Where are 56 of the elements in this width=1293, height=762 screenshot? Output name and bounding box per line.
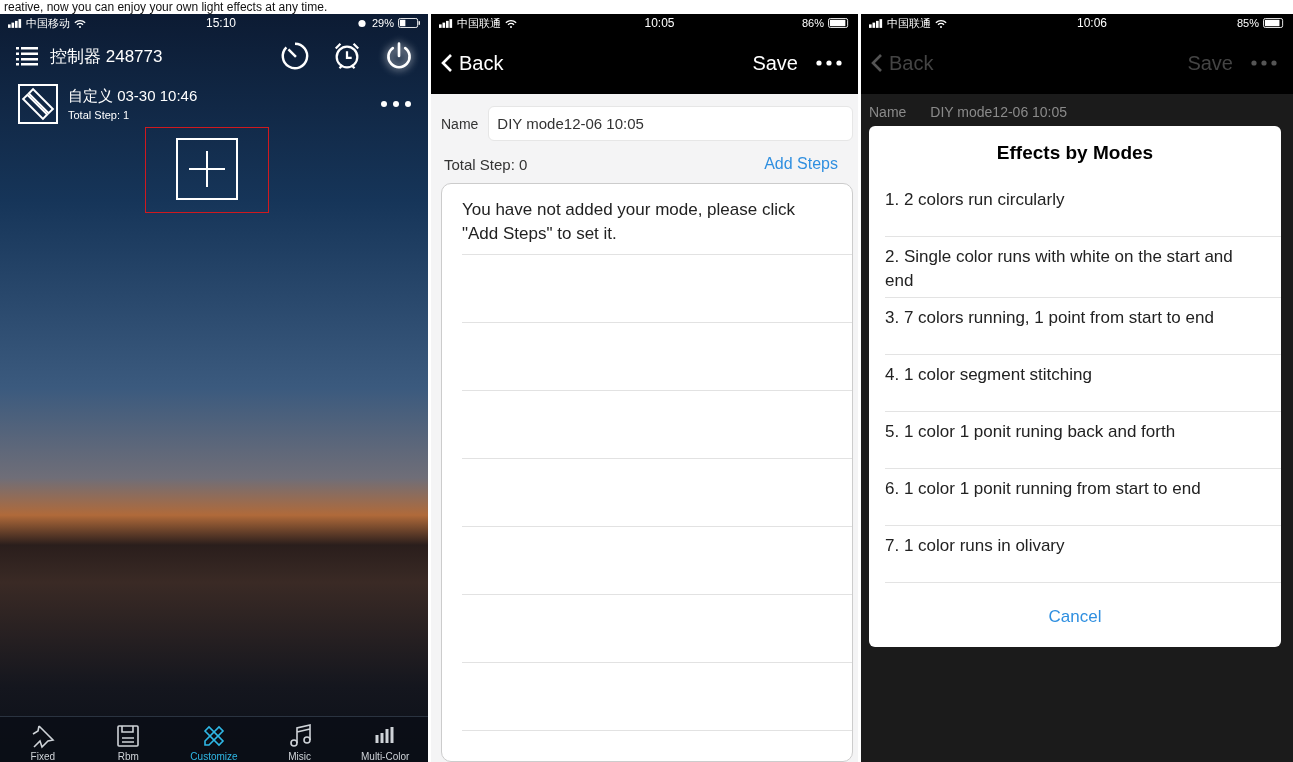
tab-item[interactable]: Misic — [259, 723, 340, 762]
wifi-icon — [74, 18, 86, 28]
mode-option[interactable]: 4. 1 color segment stitching — [885, 355, 1281, 412]
signal-icon — [8, 18, 22, 28]
caption-text: reative, now you can enjoy your own light effects at any time. — [3, 0, 329, 14]
battery-percent: 29% — [371, 17, 394, 29]
mode-option[interactable]: 2. Single color runs with white on the start and end — [885, 237, 1281, 298]
empty-message: You have not added your mode, please click "Add Steps" to set it. — [462, 199, 796, 245]
battery-icon — [398, 18, 420, 28]
alarm-clock-icon[interactable] — [332, 41, 362, 71]
mode-step-count: Total Step: 1 — [68, 109, 131, 121]
mode-option[interactable]: 6. 1 color 1 ponit running from start to end — [885, 469, 1281, 526]
clock-text: 10:05 — [643, 16, 676, 30]
carrier-text: 中国移动 — [26, 15, 70, 31]
signal-icon — [869, 18, 883, 28]
wifi-icon — [935, 18, 947, 28]
chevron-icon — [871, 53, 883, 73]
timer-icon[interactable] — [280, 41, 310, 71]
led-strip-icon — [18, 84, 58, 124]
tab-icon — [115, 723, 142, 749]
dialog-title: Effects by Modes — [995, 142, 1155, 165]
cancel-button[interactable]: Cancel — [869, 583, 1281, 647]
clock-text: 10:06 — [1075, 16, 1108, 30]
name-label: Name — [441, 115, 479, 132]
mode-option[interactable]: 1. 2 colors run circularly — [885, 180, 1281, 237]
tab-item[interactable]: Fixed — [2, 723, 83, 762]
name-label: Name — [869, 104, 907, 120]
mode-option[interactable]: 7. 1 color runs in olivary — [885, 526, 1281, 583]
name-field[interactable]: DIY mode12-06 10:05 — [488, 106, 853, 141]
controller-title: 控制器 248773 — [50, 45, 163, 68]
tab-item[interactable]: Multi-Color — [345, 723, 426, 762]
battery-icon — [1263, 18, 1285, 28]
signal-icon — [439, 18, 453, 28]
tab-item[interactable]: Customize — [174, 723, 254, 762]
mode-name: 自定义 03-30 10:46 — [68, 87, 199, 106]
tab-item[interactable]: Rbm — [88, 723, 169, 762]
battery-percent: 86% — [801, 17, 824, 29]
back-button[interactable]: Back — [441, 51, 504, 75]
name-value: DIY mode12-06 10:05 — [930, 104, 1068, 120]
mode-option[interactable]: 3. 7 colors running, 1 point from start to end — [885, 298, 1281, 355]
battery-percent: 85% — [1236, 17, 1259, 29]
total-step-text: Total Step: 0 — [444, 155, 528, 173]
more-icon[interactable] — [816, 60, 842, 66]
more-icon[interactable] — [380, 100, 412, 108]
mode-option[interactable]: 5. 1 color 1 ponit runing back and forth — [885, 412, 1281, 469]
battery-icon — [828, 18, 850, 28]
clock-text: 15:10 — [204, 16, 237, 30]
menu-icon[interactable] — [16, 46, 38, 66]
wifi-icon — [505, 18, 517, 28]
carrier-text: 中国联通 — [457, 15, 501, 31]
save-button[interactable]: Save — [752, 51, 798, 75]
add-step-button[interactable] — [175, 138, 238, 200]
tab-icon — [201, 723, 227, 749]
power-icon[interactable] — [384, 41, 414, 71]
chevron-icon — [441, 53, 453, 73]
carrier-text: 中国联通 — [887, 15, 931, 31]
